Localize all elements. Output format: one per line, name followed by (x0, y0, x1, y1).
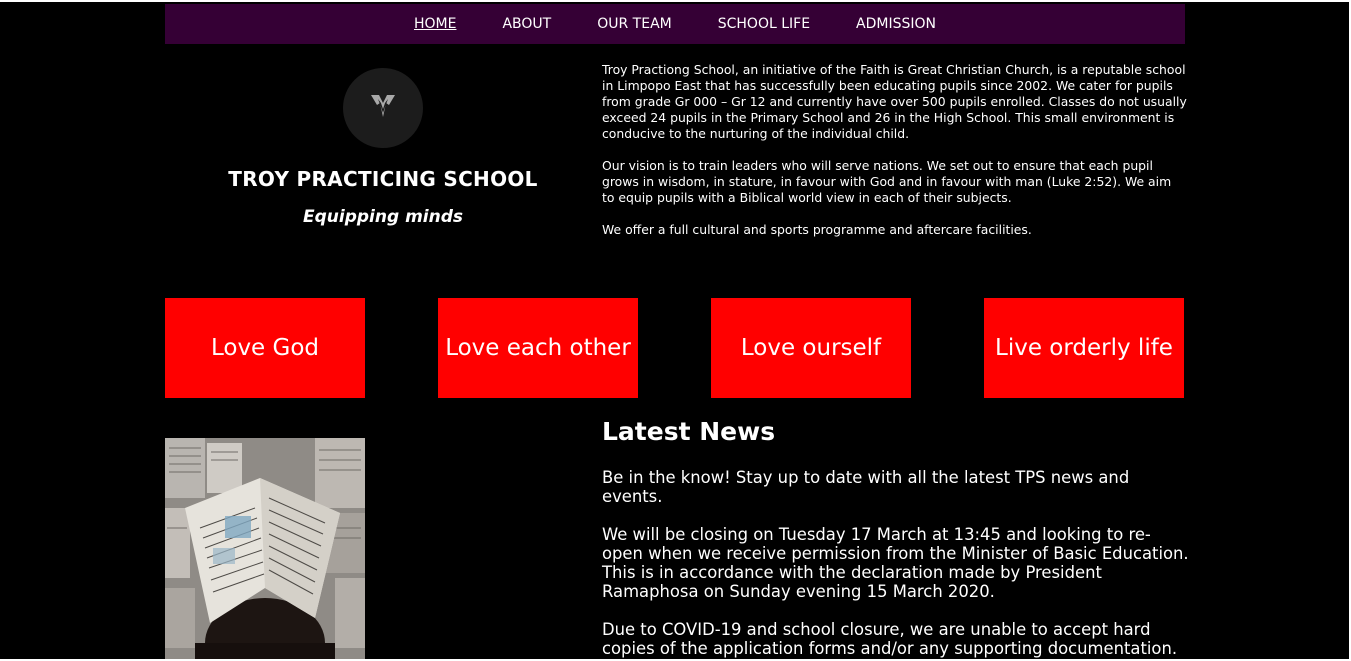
nav-link-school-life[interactable]: SCHOOL LIFE (718, 16, 810, 32)
value-box-love-each-other: Love each other (438, 298, 638, 398)
nav-link-admission[interactable]: ADMISSION (856, 16, 936, 32)
latest-news-heading: Latest News (602, 417, 776, 446)
nav-link-our-team[interactable]: OUR TEAM (597, 16, 672, 32)
nav-link-home[interactable]: HOME (414, 16, 456, 32)
news-image (165, 438, 365, 661)
school-logo (343, 68, 423, 148)
top-navbar: HOME ABOUT OUR TEAM SCHOOL LIFE ADMISSIO… (165, 4, 1185, 44)
intro-paragraph: We offer a full cultural and sports prog… (602, 222, 1032, 237)
value-box-live-orderly-life: Live orderly life (984, 298, 1184, 398)
nav-link-about[interactable]: ABOUT (502, 16, 551, 32)
page: HOME ABOUT OUR TEAM SCHOOL LIFE ADMISSIO… (0, 0, 1351, 661)
news-body: Be in the know! Stay up to date with all… (602, 468, 1192, 661)
news-paragraph: Due to COVID-19 and school closure, we a… (602, 620, 1178, 658)
school-logo-icon (368, 91, 398, 125)
news-paragraph: We will be closing on Tuesday 17 March a… (602, 525, 1189, 601)
intro-paragraph: Troy Practiong School, an initiative of … (602, 62, 1187, 141)
school-motto: Equipping minds (303, 207, 463, 227)
value-box-love-ourself: Love ourself (711, 298, 911, 398)
intro-text: Troy Practiong School, an initiative of … (602, 62, 1187, 254)
intro-paragraph: Our vision is to train leaders who will … (602, 158, 1172, 205)
value-box-love-god: Love God (165, 298, 365, 398)
news-paragraph: Be in the know! Stay up to date with all… (602, 468, 1130, 506)
school-name: TROY PRACTICING SCHOOL (228, 167, 538, 191)
